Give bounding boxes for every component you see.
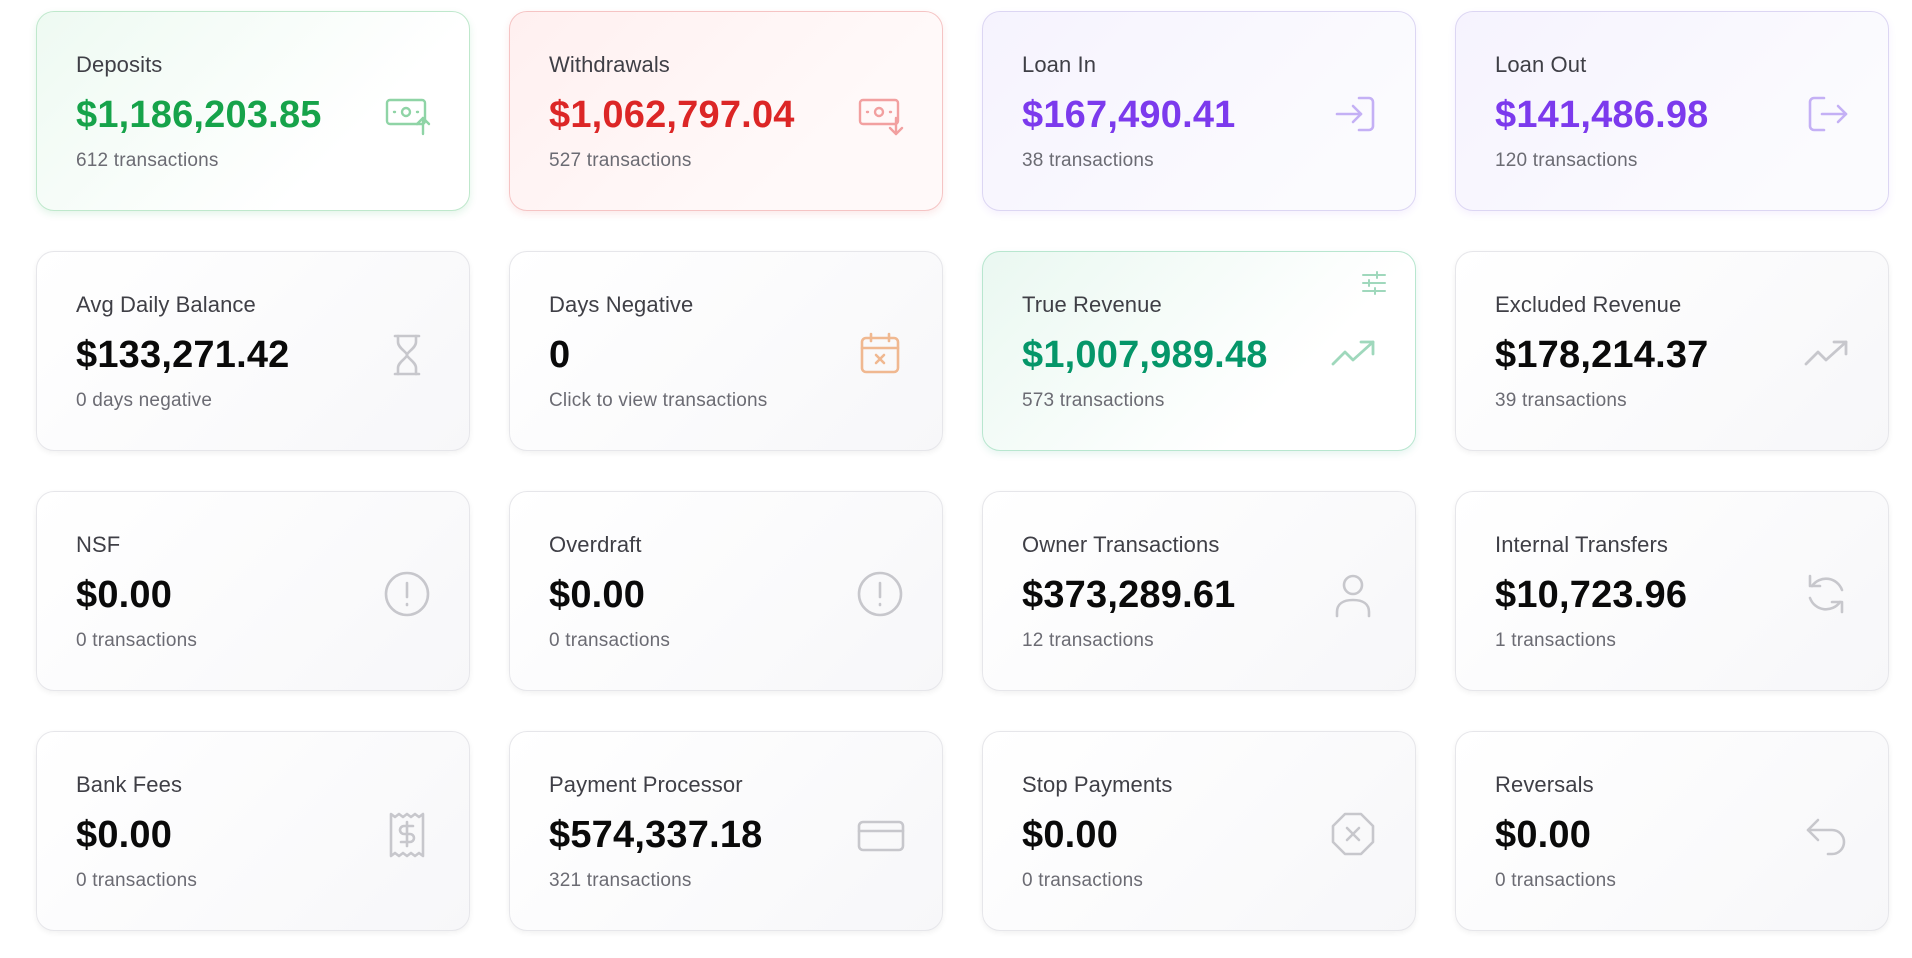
cash-in-icon (383, 90, 435, 142)
card-value: $1,062,797.04 (549, 94, 795, 136)
alert-circle-icon (383, 570, 435, 622)
card-bank-fees[interactable]: Bank Fees $0.00 0 transactions (36, 731, 470, 931)
card-overdraft[interactable]: Overdraft $0.00 0 transactions (509, 491, 943, 691)
card-value: $574,337.18 (549, 814, 763, 856)
card-subtext: 39 transactions (1495, 390, 1627, 411)
metrics-grid: Deposits $1,186,203.85 612 transactions … (36, 11, 1889, 931)
card-subtext: 0 transactions (1495, 870, 1617, 891)
card-label: Avg Daily Balance (76, 292, 256, 317)
trending-up-icon (1329, 330, 1381, 382)
card-subtext: 0 transactions (549, 630, 671, 651)
card-loan-out[interactable]: Loan Out $141,486.98 120 transactions (1455, 11, 1889, 211)
card-value: 0 (549, 334, 571, 376)
receipt-icon (383, 810, 435, 862)
card-payment-processor[interactable]: Payment Processor $574,337.18 321 transa… (509, 731, 943, 931)
logout-icon (1802, 90, 1854, 142)
card-days-negative[interactable]: Days Negative 0 Click to view transactio… (509, 251, 943, 451)
card-value: $1,186,203.85 (76, 94, 322, 136)
card-true-revenue[interactable]: True Revenue $1,007,989.48 573 transacti… (982, 251, 1416, 451)
card-label: Stop Payments (1022, 772, 1173, 797)
card-stop-payments[interactable]: Stop Payments $0.00 0 transactions (982, 731, 1416, 931)
card-nsf[interactable]: NSF $0.00 0 transactions (36, 491, 470, 691)
card-label: Loan Out (1495, 52, 1587, 77)
card-loan-in[interactable]: Loan In $167,490.41 38 transactions (982, 11, 1416, 211)
calendar-x-icon (856, 330, 908, 382)
card-subtext: 0 transactions (1022, 870, 1144, 891)
card-value: $0.00 (1022, 814, 1119, 856)
card-reversals[interactable]: Reversals $0.00 0 transactions (1455, 731, 1889, 931)
card-value: $10,723.96 (1495, 574, 1688, 616)
credit-card-icon (856, 810, 908, 862)
card-label: Days Negative (549, 292, 694, 317)
card-label: Owner Transactions (1022, 532, 1220, 557)
card-label: Deposits (76, 52, 163, 77)
alert-circle-icon (856, 570, 908, 622)
card-internal-transfers[interactable]: Internal Transfers $10,723.96 1 transact… (1455, 491, 1889, 691)
trending-up-icon (1802, 330, 1854, 382)
card-deposits[interactable]: Deposits $1,186,203.85 612 transactions (36, 11, 470, 211)
card-value: $178,214.37 (1495, 334, 1709, 376)
adjustments-icon[interactable] (1359, 268, 1389, 298)
card-subtext: 0 transactions (76, 630, 198, 651)
card-value: $373,289.61 (1022, 574, 1236, 616)
card-label: Excluded Revenue (1495, 292, 1682, 317)
card-subtext: 573 transactions (1022, 390, 1165, 411)
refresh-icon (1802, 570, 1854, 622)
card-subtext: 1 transactions (1495, 630, 1617, 651)
card-value: $133,271.42 (76, 334, 290, 376)
card-subtext: 321 transactions (549, 870, 692, 891)
card-subtext: 38 transactions (1022, 150, 1154, 171)
card-label: Payment Processor (549, 772, 743, 797)
user-icon (1329, 570, 1381, 622)
card-value: $141,486.98 (1495, 94, 1709, 136)
card-subtext: 120 transactions (1495, 150, 1638, 171)
card-owner-transactions[interactable]: Owner Transactions $373,289.61 12 transa… (982, 491, 1416, 691)
card-label: Loan In (1022, 52, 1097, 77)
hourglass-icon (383, 330, 435, 382)
card-subtext: 12 transactions (1022, 630, 1154, 651)
card-subtext: Click to view transactions (549, 390, 768, 411)
card-label: NSF (76, 532, 121, 557)
card-value: $0.00 (76, 574, 173, 616)
card-subtext: 527 transactions (549, 150, 692, 171)
card-label: Bank Fees (76, 772, 183, 797)
login-icon (1329, 90, 1381, 142)
card-subtext: 0 days negative (76, 390, 213, 411)
card-value: $167,490.41 (1022, 94, 1236, 136)
card-subtext: 612 transactions (76, 150, 219, 171)
octagon-x-icon (1329, 810, 1381, 862)
card-label: Overdraft (549, 532, 642, 557)
cash-out-icon (856, 90, 908, 142)
card-avg-daily-balance[interactable]: Avg Daily Balance $133,271.42 0 days neg… (36, 251, 470, 451)
card-excluded-revenue[interactable]: Excluded Revenue $178,214.37 39 transact… (1455, 251, 1889, 451)
card-value: $0.00 (1495, 814, 1592, 856)
undo-icon (1802, 810, 1854, 862)
card-label: Internal Transfers (1495, 532, 1668, 557)
card-subtext: 0 transactions (76, 870, 198, 891)
card-label: True Revenue (1022, 292, 1162, 317)
card-label: Reversals (1495, 772, 1594, 797)
card-withdrawals[interactable]: Withdrawals $1,062,797.04 527 transactio… (509, 11, 943, 211)
card-value: $0.00 (549, 574, 646, 616)
card-value: $0.00 (76, 814, 173, 856)
card-value: $1,007,989.48 (1022, 334, 1268, 376)
card-label: Withdrawals (549, 52, 670, 77)
